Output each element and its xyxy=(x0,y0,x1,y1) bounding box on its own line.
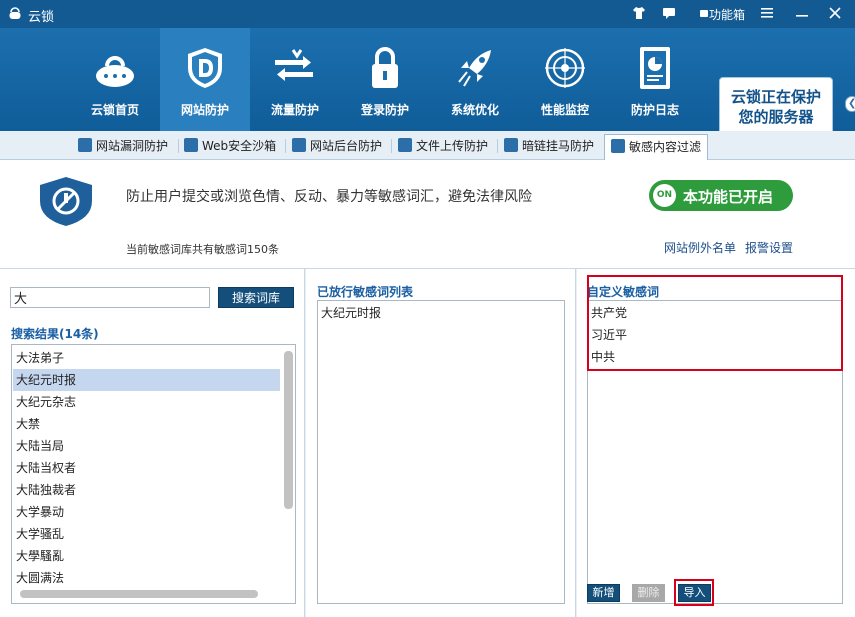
allowed-list-title: 已放行敏感词列表 xyxy=(317,285,414,299)
list-item[interactable]: 大纪元时报 xyxy=(13,369,280,391)
list-item[interactable]: 大纪元杂志 xyxy=(13,391,280,413)
tab-admin-protection[interactable]: 网站后台防护 xyxy=(292,134,382,158)
allowed-panel: 已放行敏感词列表 大纪元时报 xyxy=(306,269,576,617)
menu-icon[interactable] xyxy=(760,6,774,22)
minimize-icon[interactable] xyxy=(796,6,808,22)
app-title: 云锁 xyxy=(28,10,55,25)
admin-icon xyxy=(292,138,306,152)
import-button[interactable]: 导入 xyxy=(678,584,711,602)
sandbox-icon xyxy=(184,138,198,152)
horizontal-scrollbar[interactable] xyxy=(20,590,258,598)
results-title: 搜索结果(14条) xyxy=(11,327,99,341)
sensitive-word-count: 当前敏感词库共有敏感词150条 xyxy=(126,243,279,256)
status-line: 云锁正在保护 xyxy=(730,88,821,106)
filter-icon xyxy=(611,139,625,153)
nav-label: 流量防护 xyxy=(270,103,319,117)
tab-label: Web安全沙箱 xyxy=(202,139,277,153)
nav-item-home[interactable]: 云锁首页 xyxy=(70,28,160,131)
results-list[interactable]: 大法弟子 大纪元时报 大纪元杂志 大禁 大陆当局 大陆当权者 大陆独裁者 大学暴… xyxy=(11,344,296,604)
custom-panel: 共产党 习近平 中共 自定义敏感词 新增 删除 导入 xyxy=(577,269,855,617)
list-item[interactable]: 大陆当权者 xyxy=(13,457,280,479)
vertical-scrollbar[interactable] xyxy=(284,351,293,509)
cloud-lock-icon xyxy=(96,56,134,87)
tab-label: 暗链挂马防护 xyxy=(522,139,595,153)
toggle-label: 本功能已开启 xyxy=(683,188,774,206)
delete-button[interactable]: 删除 xyxy=(632,584,665,602)
tab-upload-protection[interactable]: 文件上传防护 xyxy=(398,134,488,158)
tab-label: 敏感内容过滤 xyxy=(629,140,702,154)
nav-label: 系统优化 xyxy=(450,103,499,117)
highlight-box xyxy=(587,275,843,371)
nav-item-website-protection[interactable]: 网站防护 xyxy=(160,28,250,131)
tab-separator xyxy=(391,139,392,153)
tab-darklink-protection[interactable]: 暗链挂马防护 xyxy=(504,134,594,158)
list-item[interactable]: 大圆满法 xyxy=(13,567,280,589)
collapse-handle-icon[interactable]: ❮ xyxy=(845,96,855,112)
alarm-settings-link[interactable]: 报警设置 xyxy=(745,239,793,256)
message-icon[interactable] xyxy=(662,6,676,22)
list-item[interactable]: 大陆当局 xyxy=(13,435,280,457)
feature-description: 防止用户提交或浏览色情、反动、暴力等敏感词汇，避免法律风险 xyxy=(126,189,532,205)
feature-toggle[interactable]: ON 本功能已开启 xyxy=(649,180,793,211)
status-line: 您的服务器 xyxy=(738,108,814,126)
nav-item-protection-log[interactable]: 防护日志 xyxy=(610,28,700,131)
app-logo-icon xyxy=(9,7,21,19)
rocket-icon xyxy=(458,50,491,87)
tab-label: 文件上传防护 xyxy=(416,139,489,153)
list-item[interactable]: 大學騷亂 xyxy=(13,545,280,567)
tab-label: 网站漏洞防护 xyxy=(96,139,169,153)
nav-label: 防护日志 xyxy=(630,103,679,117)
list-item[interactable]: 大学暴动 xyxy=(13,501,280,523)
darklink-icon xyxy=(504,138,518,152)
panels-area: 搜索词库 搜索结果(14条) 大法弟子 大纪元时报 大纪元杂志 大禁 大陆当局 … xyxy=(0,268,855,617)
upload-icon xyxy=(398,138,412,152)
search-panel: 搜索词库 搜索结果(14条) 大法弟子 大纪元时报 大纪元杂志 大禁 大陆当局 … xyxy=(0,269,305,617)
list-item[interactable]: 大学骚乱 xyxy=(13,523,280,545)
app-window: 云锁 功能箱 云锁首页 网站防护 流量防护 登录防护 系统优化 性能监控 防护日… xyxy=(0,0,855,617)
padlock-icon xyxy=(372,47,398,88)
tab-vulnerability-protection[interactable]: 网站漏洞防护 xyxy=(78,134,168,158)
toolbox-button[interactable]: 功能箱 xyxy=(709,6,745,23)
title-bar: 云锁 功能箱 xyxy=(0,0,855,28)
list-item[interactable]: 大法弟子 xyxy=(13,347,280,369)
toolbox-icon[interactable] xyxy=(700,6,708,22)
list-item[interactable]: 大陆独裁者 xyxy=(13,479,280,501)
search-input[interactable] xyxy=(10,287,210,308)
blocked-content-icon xyxy=(36,175,96,227)
add-button[interactable]: 新增 xyxy=(587,584,620,602)
tab-separator xyxy=(285,139,286,153)
nav-item-performance-monitor[interactable]: 性能监控 xyxy=(520,28,610,131)
tab-sensitive-content-filter[interactable]: 敏感内容过滤 xyxy=(604,134,709,161)
toggle-knob: ON xyxy=(653,184,676,207)
nav-item-traffic-protection[interactable]: 流量防护 xyxy=(250,28,340,131)
nav-item-system-optimization[interactable]: 系统优化 xyxy=(430,28,520,131)
list-item[interactable]: 大纪元时报 xyxy=(321,302,381,324)
website-exceptions-link[interactable]: 网站例外名单 xyxy=(664,239,736,256)
tshirt-icon[interactable] xyxy=(632,6,646,22)
nav-label: 登录防护 xyxy=(360,103,409,117)
tab-separator xyxy=(497,139,498,153)
nav-item-login-protection[interactable]: 登录防护 xyxy=(340,28,430,131)
shield-d-icon xyxy=(188,48,222,88)
vulnerability-icon xyxy=(78,138,92,152)
nav-label: 性能监控 xyxy=(540,103,589,117)
tab-separator xyxy=(178,139,179,153)
sub-tabs: 网站漏洞防护 Web安全沙箱 网站后台防护 文件上传防护 暗链挂马防护 敏感内容… xyxy=(0,131,855,161)
allowed-list[interactable]: 大纪元时报 xyxy=(317,300,565,604)
report-icon xyxy=(640,47,670,89)
protection-status-badge: 云锁正在保护 您的服务器 xyxy=(719,77,833,136)
close-icon[interactable] xyxy=(829,6,841,22)
radar-icon xyxy=(545,48,585,88)
nav-label: 云锁首页 xyxy=(90,103,139,117)
tab-web-sandbox[interactable]: Web安全沙箱 xyxy=(184,134,276,158)
nav-label: 网站防护 xyxy=(180,103,229,117)
search-library-button[interactable]: 搜索词库 xyxy=(218,287,294,308)
tab-label: 网站后台防护 xyxy=(310,139,383,153)
traffic-icon xyxy=(275,49,313,81)
main-nav: 云锁首页 网站防护 流量防护 登录防护 系统优化 性能监控 防护日志 云锁正在保… xyxy=(0,28,855,136)
feature-header: 防止用户提交或浏览色情、反动、暴力等敏感词汇，避免法律风险 ON 本功能已开启 … xyxy=(0,160,855,268)
list-item[interactable]: 大禁 xyxy=(13,413,280,435)
